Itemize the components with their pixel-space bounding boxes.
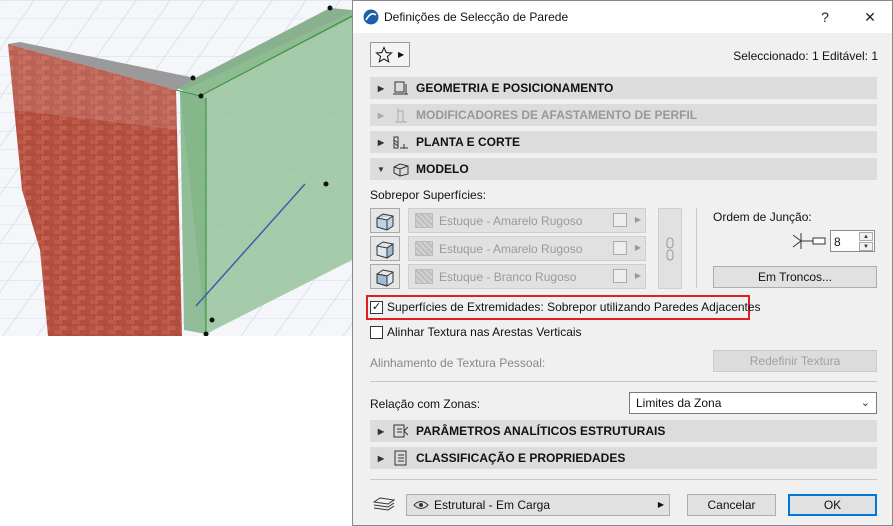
increment-arrow-icon[interactable]: ▲ xyxy=(859,232,873,241)
title-bar: Definições de Selecção de Parede ? ✕ xyxy=(353,1,892,33)
chevron-right-icon: ▶ xyxy=(634,271,641,280)
floor-plan-icon xyxy=(390,133,412,151)
surface-field-2[interactable]: Estuque - Amarelo Rugoso ▶ xyxy=(408,236,646,261)
divider xyxy=(370,381,877,382)
surface-picker-icon xyxy=(613,213,627,227)
align-texture-checkbox[interactable]: Alinhar Textura nas Arestas Verticais xyxy=(370,325,582,339)
profile-modifier-icon xyxy=(390,106,412,124)
log-details-button[interactable]: Em Troncos... xyxy=(713,266,877,288)
archicad-logo-icon xyxy=(363,9,379,25)
collapse-arrow-icon: ▼ xyxy=(377,164,385,174)
section-label: MODELO xyxy=(416,162,469,176)
eye-icon xyxy=(413,500,429,510)
zones-relation-value: Limites da Zona xyxy=(636,396,722,410)
surface-field-3[interactable]: Estuque - Branco Rugoso ▶ xyxy=(408,264,646,289)
3d-viewport[interactable] xyxy=(0,0,352,336)
wall-selection-settings-dialog: Definições de Selecção de Parede ? ✕ ▶ S… xyxy=(352,0,893,526)
layers-icon xyxy=(372,497,396,511)
cancel-button[interactable]: Cancelar xyxy=(687,494,776,516)
help-button[interactable]: ? xyxy=(805,1,845,33)
section-model[interactable]: ▼ MODELO xyxy=(370,158,877,180)
section-floor-plan[interactable]: ▶ PLANTA E CORTE xyxy=(370,131,877,153)
expand-arrow-icon: ▶ xyxy=(377,137,385,147)
section-profile-modifiers: ▶ MODIFICADORES DE AFASTAMENTO DE PERFIL xyxy=(370,104,877,126)
star-icon xyxy=(375,45,393,63)
selection-count: Seleccionado: 1 Editável: 1 xyxy=(733,49,878,63)
expand-arrow-icon: ▶ xyxy=(377,426,385,436)
surface-face-2-icon xyxy=(370,236,400,261)
texture-swatch-icon xyxy=(415,269,433,284)
surface-name: Estuque - Amarelo Rugoso xyxy=(439,241,583,256)
divider xyxy=(696,208,697,288)
layer-select[interactable]: Estrutural - Em Carga ▶ xyxy=(406,494,670,516)
layer-value: Estrutural - Em Carga xyxy=(434,498,551,512)
reset-texture-button: Redefinir Textura xyxy=(713,350,877,372)
end-surfaces-label: Superfícies de Extremidades: Sobrepor ut… xyxy=(387,300,761,314)
close-button[interactable]: ✕ xyxy=(850,1,890,33)
surface-name: Estuque - Branco Rugoso xyxy=(439,269,577,284)
checkbox-unchecked-icon xyxy=(370,325,383,339)
surface-picker-icon xyxy=(613,269,627,283)
expand-arrow-icon: ▶ xyxy=(377,83,385,93)
chevron-down-icon: ⌄ xyxy=(860,397,870,409)
surface-name: Estuque - Amarelo Rugoso xyxy=(439,213,583,228)
classification-icon xyxy=(390,449,412,467)
end-surfaces-checkbox[interactable]: ✓ Superfícies de Extremidades: Sobrepor … xyxy=(370,300,761,314)
decrement-arrow-icon[interactable]: ▼ xyxy=(859,242,873,251)
chain-link-icon xyxy=(666,237,674,260)
texture-swatch-icon xyxy=(415,241,433,256)
chevron-right-icon: ▶ xyxy=(657,500,664,509)
geometry-icon xyxy=(390,79,412,97)
checkbox-checked-icon: ✓ xyxy=(370,300,383,314)
surface-face-3-icon xyxy=(370,264,400,289)
surface-face-1-icon xyxy=(370,208,400,233)
expand-arrow-icon: ▶ xyxy=(377,453,385,463)
chevron-right-icon: ▶ xyxy=(398,50,405,59)
section-label: CLASSIFICAÇÃO E PROPRIEDADES xyxy=(416,451,626,465)
junction-order-icon xyxy=(792,233,826,249)
zones-relation-select[interactable]: Limites da Zona ⌄ xyxy=(629,392,877,414)
ok-button[interactable]: OK xyxy=(788,494,877,516)
custom-texture-label: Alinhamento de Textura Pessoal: xyxy=(370,356,546,370)
section-classification[interactable]: ▶ CLASSIFICAÇÃO E PROPRIEDADES xyxy=(370,447,877,469)
dialog-title: Definições de Selecção de Parede xyxy=(384,10,569,24)
zones-relation-label: Relação com Zonas: xyxy=(370,397,481,411)
junction-order-label: Ordem de Junção: xyxy=(713,210,812,224)
section-label: MODIFICADORES DE AFASTAMENTO DE PERFIL xyxy=(416,108,698,122)
section-geometry[interactable]: ▶ GEOMETRIA E POSICIONAMENTO xyxy=(370,77,877,99)
surface-field-1[interactable]: Estuque - Amarelo Rugoso ▶ xyxy=(408,208,646,233)
layer-settings-button[interactable] xyxy=(370,494,398,516)
section-label: GEOMETRIA E POSICIONAMENTO xyxy=(416,81,614,95)
surface-picker-icon xyxy=(613,241,627,255)
chevron-right-icon: ▶ xyxy=(634,215,641,224)
divider xyxy=(370,479,877,480)
junction-order-stepper[interactable]: 8 ▲ ▼ xyxy=(830,230,875,252)
override-surfaces-label: Sobrepor Superfícies: xyxy=(370,188,487,202)
section-structural-analytics[interactable]: ▶ PARÂMETROS ANALÍTICOS ESTRUTURAIS xyxy=(370,420,877,442)
expand-arrow-icon: ▶ xyxy=(377,110,385,120)
link-surfaces-button[interactable] xyxy=(658,208,682,289)
junction-order-value: 8 xyxy=(834,235,841,249)
section-label: PLANTA E CORTE xyxy=(416,135,520,149)
structural-analytics-icon xyxy=(390,422,412,440)
favorites-button[interactable]: ▶ xyxy=(370,42,410,67)
align-texture-label: Alinhar Textura nas Arestas Verticais xyxy=(387,325,582,339)
chevron-right-icon: ▶ xyxy=(634,243,641,252)
model-icon xyxy=(390,160,412,178)
texture-swatch-icon xyxy=(415,213,433,228)
section-label: PARÂMETROS ANALÍTICOS ESTRUTURAIS xyxy=(416,424,666,438)
